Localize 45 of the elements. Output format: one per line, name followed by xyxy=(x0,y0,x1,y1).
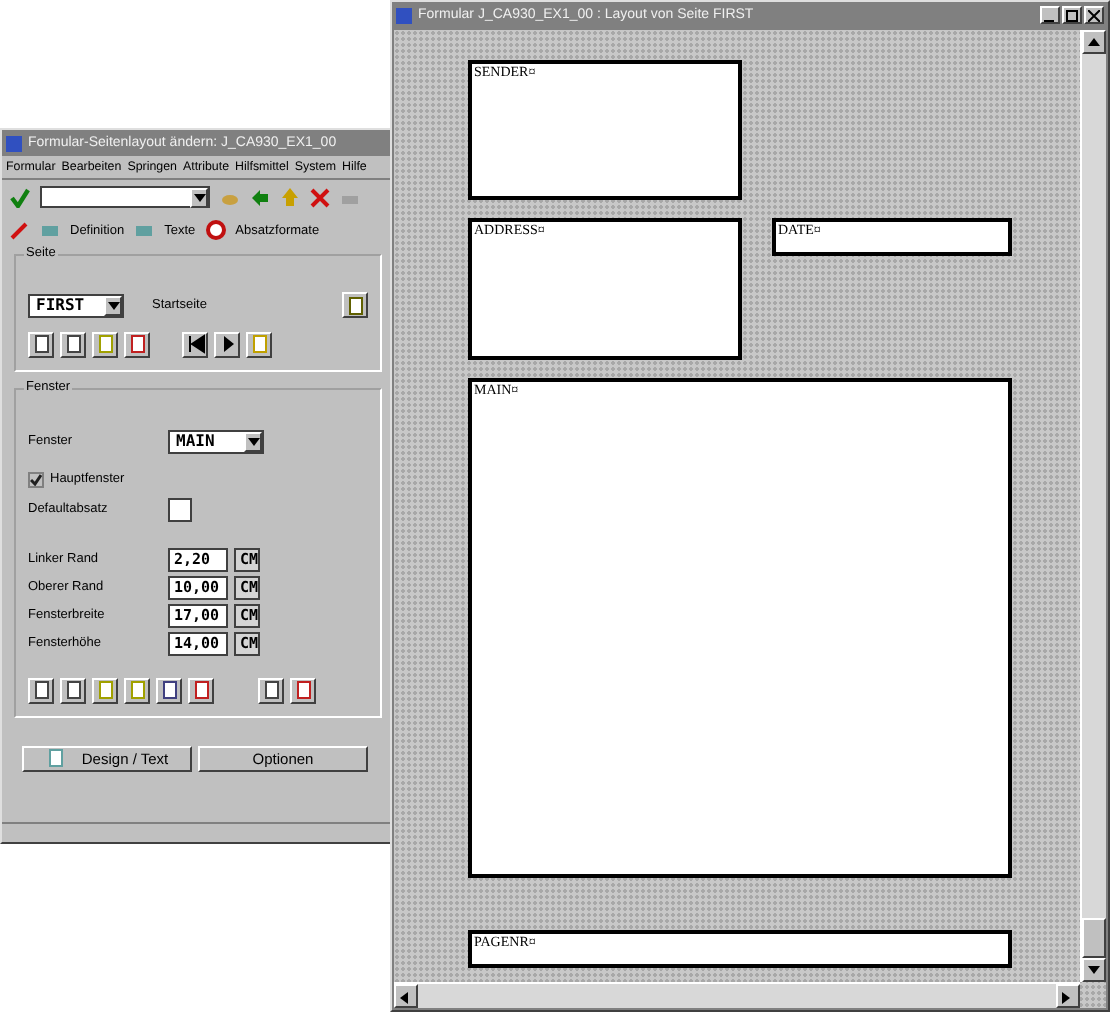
new-button[interactable] xyxy=(28,677,54,703)
next-button[interactable] xyxy=(214,331,240,357)
minimize-button[interactable] xyxy=(1040,6,1060,24)
lifebuoy-icon[interactable] xyxy=(205,220,226,240)
maximize-icon xyxy=(1066,9,1078,21)
new-button[interactable] xyxy=(28,331,54,357)
first-button[interactable] xyxy=(182,331,208,357)
app-icon xyxy=(396,7,412,23)
page-icon xyxy=(31,334,51,354)
image-button[interactable] xyxy=(246,331,272,357)
delete-button[interactable] xyxy=(60,677,86,703)
input-field[interactable] xyxy=(168,497,192,521)
window-dropdown[interactable]: MAIN xyxy=(168,429,264,453)
back-arrow-icon[interactable] xyxy=(250,187,270,207)
cut-button[interactable] xyxy=(92,677,118,703)
page-icon xyxy=(345,295,365,315)
maximize-button[interactable] xyxy=(1062,6,1082,24)
edit-button[interactable] xyxy=(290,677,316,703)
page-dropdown[interactable]: FIRST xyxy=(28,293,124,318)
horizontal-scrollbar[interactable] xyxy=(394,982,1080,1008)
scroll-thumb[interactable] xyxy=(1082,918,1106,958)
checkbox[interactable] xyxy=(28,471,44,487)
grid-button[interactable] xyxy=(258,677,284,703)
checkmark-icon[interactable] xyxy=(10,187,30,207)
first-icon xyxy=(185,334,205,354)
scroll-down-button[interactable] xyxy=(1082,958,1106,982)
copy-button[interactable] xyxy=(124,677,150,703)
paste-button[interactable] xyxy=(156,677,182,703)
delete-button[interactable] xyxy=(60,331,86,357)
move-button[interactable] xyxy=(188,677,214,703)
scroll-up-button[interactable] xyxy=(1082,30,1106,54)
close-button[interactable] xyxy=(1084,6,1104,24)
scroll-left-button[interactable] xyxy=(394,984,418,1008)
close-icon xyxy=(1088,9,1100,21)
page-settings-button[interactable] xyxy=(342,292,368,318)
vertical-scrollbar[interactable] xyxy=(1080,30,1106,982)
app-icon xyxy=(6,135,22,151)
pencil-icon[interactable] xyxy=(10,220,30,240)
scroll-right-button[interactable] xyxy=(1056,984,1080,1008)
copy-button[interactable] xyxy=(92,331,118,357)
page-icon xyxy=(293,680,313,700)
page-icon xyxy=(31,680,51,700)
close-icon[interactable] xyxy=(310,187,330,207)
move-button[interactable] xyxy=(124,331,150,357)
command-field[interactable] xyxy=(40,186,210,208)
